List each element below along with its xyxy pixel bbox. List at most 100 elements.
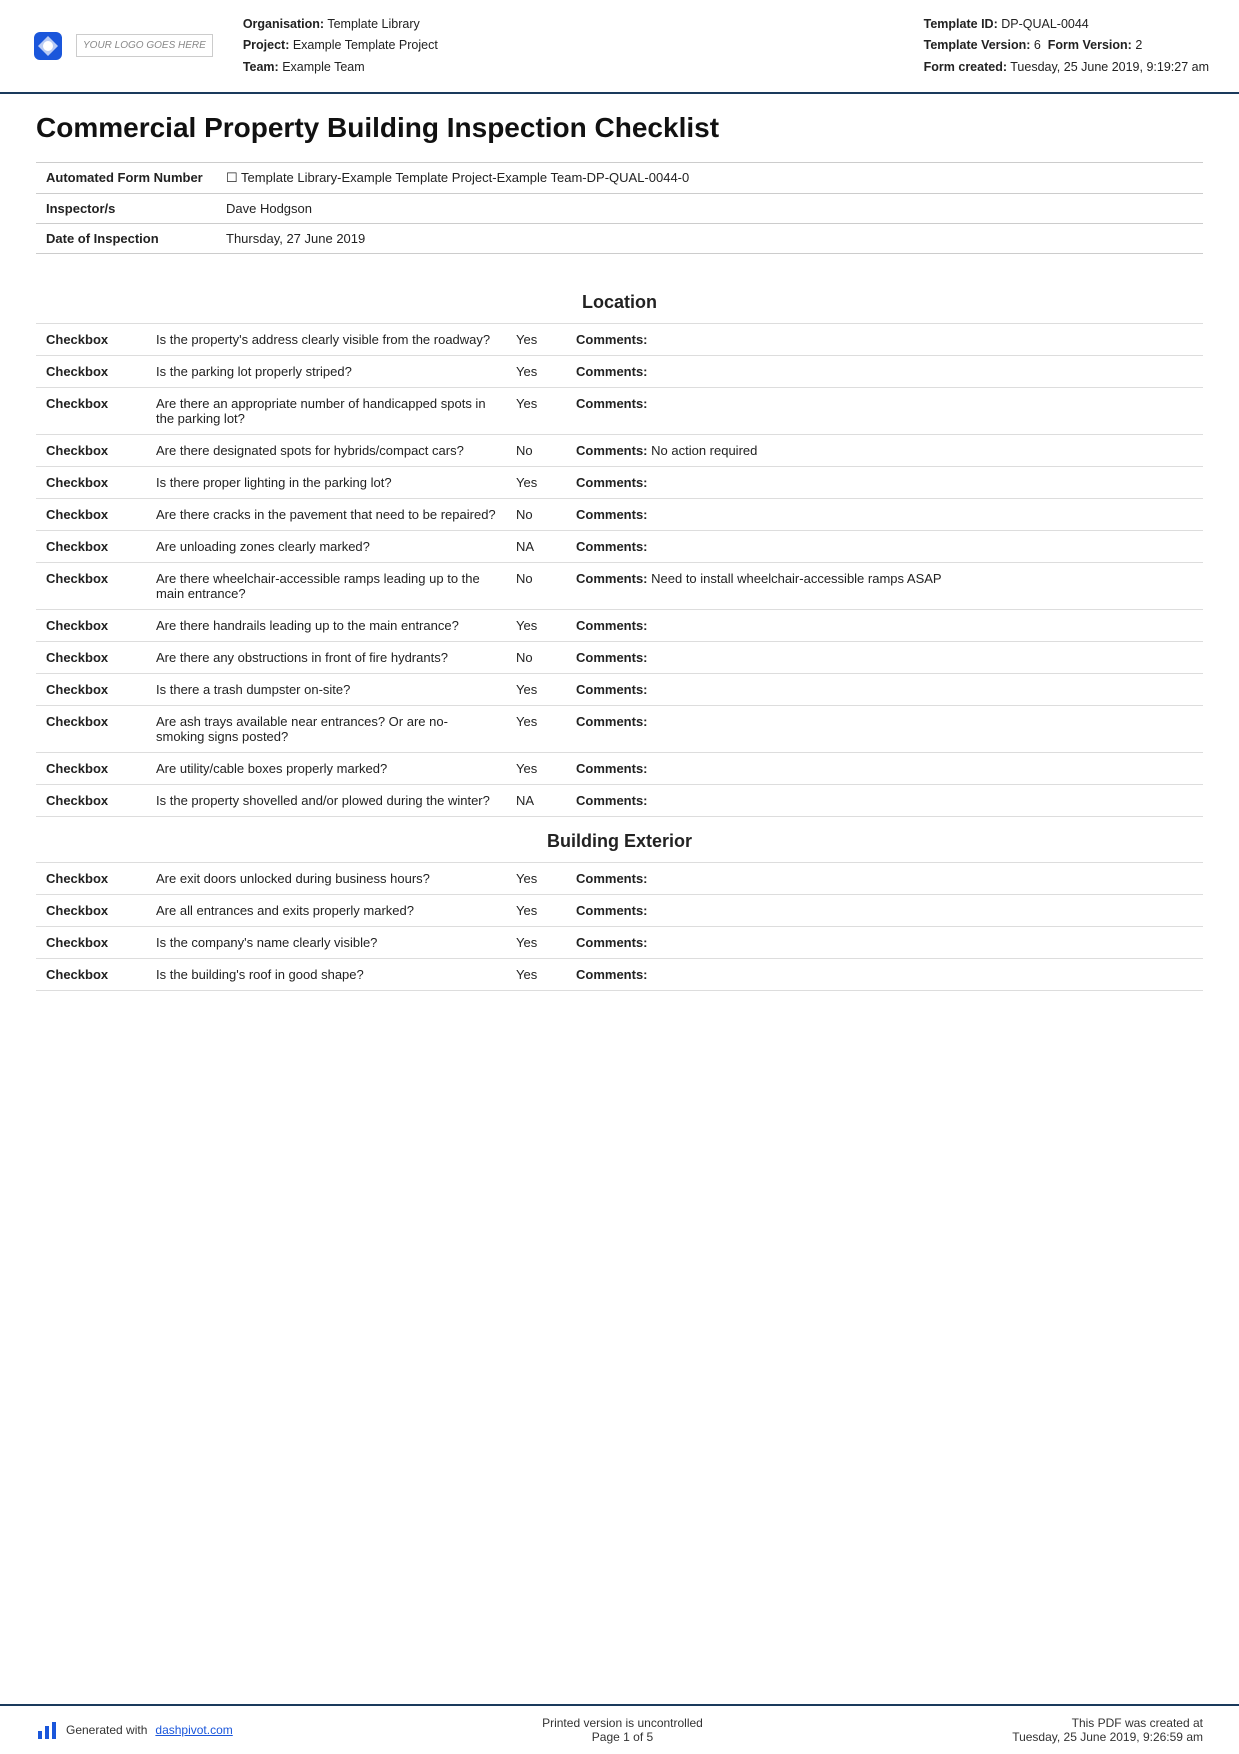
logo-section: YOUR LOGO GOES HERE (30, 14, 213, 78)
dashpivot-icon (36, 1719, 58, 1741)
footer-right: This PDF was created at Tuesday, 25 June… (1012, 1716, 1203, 1744)
table-row: CheckboxIs there proper lighting in the … (36, 466, 1203, 498)
checkbox-label: Checkbox (36, 609, 146, 641)
comments-text: Comments: (566, 323, 1203, 355)
pdf-created-value: Tuesday, 25 June 2019, 9:26:59 am (1012, 1730, 1203, 1744)
checkbox-label: Checkbox (36, 705, 146, 752)
question-text: Are there any obstructions in front of f… (146, 641, 506, 673)
table-row: CheckboxAre there designated spots for h… (36, 434, 1203, 466)
doc-title: Commercial Property Building Inspection … (36, 112, 1203, 144)
answer-value: No (506, 434, 566, 466)
comments-label: Comments: (576, 364, 648, 379)
table-row: CheckboxAre there an appropriate number … (36, 387, 1203, 434)
question-text: Is there proper lighting in the parking … (146, 466, 506, 498)
table-row: CheckboxAre all entrances and exits prop… (36, 894, 1203, 926)
question-text: Are ash trays available near entrances? … (146, 705, 506, 752)
comments-label: Comments: (576, 618, 648, 633)
info-value-date: Thursday, 27 June 2019 (216, 223, 1203, 253)
checkbox-label: Checkbox (36, 323, 146, 355)
answer-value: Yes (506, 387, 566, 434)
comments-text: Comments: No action required (566, 434, 1203, 466)
table-row: CheckboxAre utility/cable boxes properly… (36, 752, 1203, 784)
table-row: CheckboxIs the company's name clearly vi… (36, 926, 1203, 958)
comments-label: Comments: (576, 903, 648, 918)
info-label-date: Date of Inspection (36, 223, 216, 253)
comments-label: Comments: (576, 332, 648, 347)
table-row: CheckboxIs the property's address clearl… (36, 323, 1203, 355)
answer-value: Yes (506, 752, 566, 784)
answer-value: Yes (506, 705, 566, 752)
comments-text: Comments: (566, 673, 1203, 705)
checkbox-label: Checkbox (36, 894, 146, 926)
comments-text: Comments: (566, 894, 1203, 926)
table-row: CheckboxAre there wheelchair-accessible … (36, 562, 1203, 609)
info-label-inspector: Inspector/s (36, 193, 216, 223)
checkbox-label: Checkbox (36, 784, 146, 816)
question-text: Are there designated spots for hybrids/c… (146, 434, 506, 466)
comments-text: Comments: (566, 387, 1203, 434)
checkbox-label: Checkbox (36, 641, 146, 673)
footer-left: Generated with dashpivot.com (36, 1719, 233, 1741)
generated-text: Generated with (66, 1723, 147, 1737)
comments-label: Comments: (576, 443, 648, 458)
answer-value: NA (506, 530, 566, 562)
comments-text: Comments: (566, 609, 1203, 641)
answer-value: Yes (506, 894, 566, 926)
table-row: CheckboxIs there a trash dumpster on-sit… (36, 673, 1203, 705)
logo-icon (30, 28, 66, 64)
project-value: Example Template Project (293, 38, 438, 52)
checkbox-label: Checkbox (36, 673, 146, 705)
answer-value: NA (506, 784, 566, 816)
template-id-label: Template ID: (924, 17, 998, 31)
answer-value: Yes (506, 609, 566, 641)
comments-text: Comments: (566, 705, 1203, 752)
org-value: Template Library (327, 17, 419, 31)
answer-value: Yes (506, 958, 566, 990)
footer-center: Printed version is uncontrolled Page 1 o… (542, 1716, 703, 1744)
table-row: CheckboxAre there cracks in the pavement… (36, 498, 1203, 530)
team-value: Example Team (282, 60, 364, 74)
comments-label: Comments: (576, 507, 648, 522)
section-title: Location (36, 278, 1203, 323)
comments-label: Comments: (576, 539, 648, 554)
checklist-table: CheckboxAre exit doors unlocked during b… (36, 862, 1203, 991)
header-meta: Organisation: Template Library Project: … (243, 14, 894, 78)
answer-value: No (506, 498, 566, 530)
comments-label: Comments: (576, 871, 648, 886)
answer-value: Yes (506, 673, 566, 705)
answer-value: Yes (506, 355, 566, 387)
comments-label: Comments: (576, 475, 648, 490)
comments-text: Comments: (566, 530, 1203, 562)
table-row: CheckboxAre ash trays available near ent… (36, 705, 1203, 752)
comments-label: Comments: (576, 967, 648, 982)
question-text: Is the building's roof in good shape? (146, 958, 506, 990)
template-version-value: 6 (1034, 38, 1041, 52)
question-text: Are there an appropriate number of handi… (146, 387, 506, 434)
comments-label: Comments: (576, 650, 648, 665)
comments-text: Comments: Need to install wheelchair-acc… (566, 562, 1203, 609)
comments-text: Comments: (566, 862, 1203, 894)
comments-text: Comments: (566, 784, 1203, 816)
info-table: Automated Form Number ☐ Template Library… (36, 162, 1203, 254)
comments-text: Comments: (566, 926, 1203, 958)
page-text: Page 1 of 5 (542, 1730, 703, 1744)
comments-text: Comments: (566, 498, 1203, 530)
sections-container: LocationCheckboxIs the property's addres… (36, 278, 1203, 991)
table-row: CheckboxAre unloading zones clearly mark… (36, 530, 1203, 562)
logo-text: YOUR LOGO GOES HERE (76, 34, 213, 57)
comments-label: Comments: (576, 761, 648, 776)
answer-value: Yes (506, 862, 566, 894)
question-text: Are unloading zones clearly marked? (146, 530, 506, 562)
section-title: Building Exterior (36, 817, 1203, 862)
dashpivot-link[interactable]: dashpivot.com (155, 1723, 232, 1737)
form-created-label: Form created: (924, 60, 1007, 74)
form-version-value: 2 (1135, 38, 1142, 52)
question-text: Is the company's name clearly visible? (146, 926, 506, 958)
answer-value: Yes (506, 466, 566, 498)
table-row: CheckboxIs the property shovelled and/or… (36, 784, 1203, 816)
comments-label: Comments: (576, 396, 648, 411)
info-value-inspector: Dave Hodgson (216, 193, 1203, 223)
checkbox-label: Checkbox (36, 466, 146, 498)
question-text: Are all entrances and exits properly mar… (146, 894, 506, 926)
comments-label: Comments: (576, 682, 648, 697)
